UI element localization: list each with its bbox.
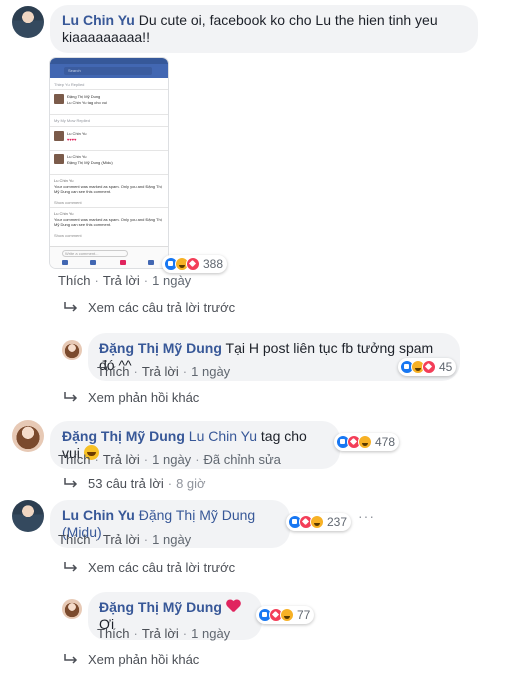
view-previous-label: Xem các câu trả lời trước: [88, 560, 236, 575]
like-button[interactable]: Thích: [58, 452, 91, 467]
screenshot-row: Thiep Yu Replied: [54, 82, 85, 87]
screenshot-comment-input: Write a comment...: [62, 250, 128, 257]
like-button[interactable]: Thích: [58, 273, 91, 288]
like-button[interactable]: Thích: [58, 532, 91, 547]
comment-actions: Thích · Trả lời · 1 ngày: [97, 364, 231, 379]
reply-button[interactable]: Trả lời: [103, 532, 140, 547]
comment-actions: Thích · Trả lời · 1 ngày · Đã chỉnh sửa: [58, 452, 281, 467]
reply-button[interactable]: Trả lời: [142, 626, 179, 641]
screenshot-row: Đặng Thị Mỹ Dung (Midu): [67, 160, 113, 165]
reaction-summary[interactable]: 45: [398, 358, 457, 376]
screenshot-row: Lu Chin Yu tag cho vui: [67, 100, 107, 105]
view-previous-label: Xem các câu trả lời trước: [88, 300, 236, 315]
avatar-dang-thi-my-dung[interactable]: [12, 420, 44, 452]
screenshot-row: Show comment: [54, 233, 82, 238]
more-replies-label: Xem phản hồi khác: [88, 652, 200, 667]
comment-bubble: Lu Chin Yu Du cute oi, facebook ko cho L…: [50, 5, 478, 53]
haha-icon: [358, 435, 372, 449]
like-button[interactable]: Thích: [97, 626, 130, 641]
screenshot-row: Your comment was marked as spam. Only yo…: [54, 184, 162, 194]
love-icon: [422, 360, 436, 374]
screenshot-row: Lu Chin Yu: [54, 211, 74, 216]
screenshot-row: Show comment: [54, 200, 82, 205]
view-previous-replies[interactable]: Xem các câu trả lời trước: [64, 300, 235, 315]
reaction-summary[interactable]: 237: [286, 513, 352, 531]
reply-arrow-icon: [64, 302, 78, 312]
view-previous-replies[interactable]: Xem các câu trả lời trước: [64, 560, 235, 575]
reaction-count: 237: [327, 515, 348, 529]
screenshot-row: Lu Chin Yu: [67, 154, 87, 159]
screenshot-row: Lu Chin Yu: [67, 131, 87, 136]
screenshot-row: Your comment was marked as spam. Only yo…: [54, 217, 162, 227]
timestamp[interactable]: 1 ngày: [152, 273, 191, 288]
replies-toggle[interactable]: 53 câu trả lời · 8 giờ: [64, 476, 206, 491]
reaction-summary[interactable]: 388: [162, 255, 228, 273]
reaction-count: 478: [375, 435, 396, 449]
timestamp[interactable]: 1 ngày: [191, 364, 230, 379]
reaction-count: 45: [439, 360, 453, 374]
more-replies-label: Xem phản hồi khác: [88, 390, 200, 405]
comment-actions: Thích · Trả lời · 1 ngày: [97, 626, 231, 641]
like-button[interactable]: Thích: [97, 364, 130, 379]
comment-author[interactable]: Đặng Thị Mỹ Dung: [99, 340, 222, 356]
edited-label[interactable]: Đã chỉnh sửa: [204, 452, 281, 467]
haha-icon: [310, 515, 324, 529]
comment-actions: Thích · Trả lời · 1 ngày: [58, 532, 192, 547]
comment-author[interactable]: Đặng Thị Mỹ Dung: [99, 599, 222, 615]
timestamp[interactable]: 1 ngày: [152, 452, 191, 467]
avatar-lu-chin-yu[interactable]: [12, 500, 44, 532]
comment-author[interactable]: Lu Chin Yu: [62, 507, 135, 523]
comment-author[interactable]: Lu Chin Yu: [62, 12, 135, 28]
view-more-replies[interactable]: Xem phản hồi khác: [64, 390, 199, 405]
reaction-count: 388: [203, 257, 224, 271]
reply-button[interactable]: Trả lời: [142, 364, 179, 379]
reaction-summary[interactable]: 478: [334, 433, 400, 451]
screenshot-row: Đặng Thị Mỹ Dung: [67, 94, 101, 99]
comment-actions: Thích · Trả lời · 1 ngày: [58, 273, 192, 288]
reply-arrow-icon: [64, 562, 78, 572]
attached-screenshot[interactable]: Search Thiep Yu Replied Đặng Thị Mỹ Dung…: [50, 58, 168, 268]
timestamp[interactable]: 1 ngày: [152, 532, 191, 547]
heart-emoji-icon: [226, 600, 240, 613]
reply-arrow-icon: [64, 392, 78, 402]
comment-author[interactable]: Đặng Thị Mỹ Dung: [62, 428, 185, 444]
mention-link[interactable]: Lu Chin Yu: [189, 428, 257, 444]
reply-arrow-icon: [64, 478, 78, 488]
screenshot-search: Search: [64, 67, 152, 75]
replies-time: 8 giờ: [176, 476, 206, 491]
love-icon: [186, 257, 200, 271]
more-options-icon[interactable]: ···: [358, 508, 375, 524]
reaction-count: 77: [297, 608, 311, 622]
screenshot-row: Lu Chin Yu: [54, 178, 74, 183]
timestamp[interactable]: 1 ngày: [191, 626, 230, 641]
reply-arrow-icon: [64, 654, 78, 664]
screenshot-row: My My Mow Replied: [54, 118, 91, 123]
reply-button[interactable]: Trả lời: [103, 452, 140, 467]
avatar-dang-thi-my-dung[interactable]: [62, 340, 82, 360]
replies-count: 53 câu trả lời: [88, 476, 164, 491]
haha-icon: [280, 608, 294, 622]
avatar-lu-chin-yu[interactable]: [12, 6, 44, 38]
avatar-dang-thi-my-dung[interactable]: [62, 599, 82, 619]
reaction-summary[interactable]: 77: [256, 606, 315, 624]
view-more-replies[interactable]: Xem phản hồi khác: [64, 652, 199, 667]
reply-button[interactable]: Trả lời: [103, 273, 140, 288]
